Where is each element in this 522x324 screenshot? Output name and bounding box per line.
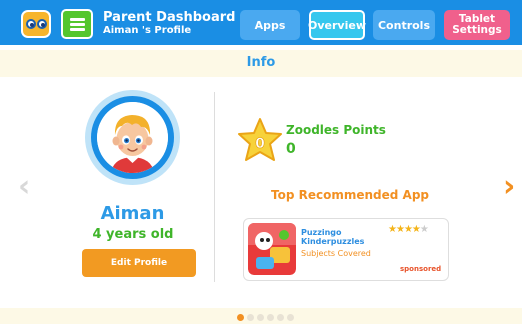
tab-controls[interactable]: Controls bbox=[373, 10, 435, 40]
sponsored-label: sponsored bbox=[400, 265, 442, 273]
profile-subtitle: Aiman 's Profile bbox=[103, 25, 192, 36]
app-name-line2: Kinderpuzzles bbox=[301, 237, 365, 246]
page-dot[interactable] bbox=[287, 314, 294, 321]
zoodles-logo-icon[interactable] bbox=[21, 10, 51, 38]
logo-right-eye bbox=[37, 19, 47, 29]
app-name-line1: Puzzingo bbox=[301, 228, 342, 237]
rating-star-icon: ★ bbox=[403, 224, 413, 235]
rating-star-icon: ★ bbox=[419, 224, 429, 235]
rating-star-icon: ★ bbox=[411, 224, 421, 235]
boy-avatar-icon bbox=[97, 102, 168, 173]
page-dot[interactable] bbox=[247, 314, 254, 321]
star-icon: 0 bbox=[236, 117, 284, 163]
chevron-left-icon[interactable]: ‹ bbox=[18, 172, 30, 202]
points-value: 0 bbox=[286, 141, 296, 157]
logo-left-eye bbox=[26, 19, 36, 29]
section-title: Info bbox=[246, 55, 276, 70]
page-dot[interactable] bbox=[237, 314, 244, 321]
star-digit: 0 bbox=[255, 136, 265, 152]
rating-star-icon: ★ bbox=[395, 224, 405, 235]
tab-overview[interactable]: Overview bbox=[308, 10, 366, 40]
app-thumbnail[interactable] bbox=[248, 223, 296, 275]
dashboard-title: Parent Dashboard bbox=[103, 10, 236, 25]
divider bbox=[214, 92, 215, 282]
child-name: Aiman bbox=[100, 203, 165, 224]
tab-tablet-settings[interactable]: Tablet Settings bbox=[444, 10, 510, 40]
app-name: Puzzingo Kinderpuzzles bbox=[301, 228, 364, 246]
page-dot[interactable] bbox=[277, 314, 284, 321]
child-age: 4 years old bbox=[92, 227, 174, 242]
page-indicator bbox=[237, 314, 294, 322]
chevron-right-icon[interactable]: › bbox=[503, 172, 515, 202]
app-rating: ★★★★★ bbox=[388, 224, 429, 235]
edit-profile-button[interactable]: Edit Profile bbox=[82, 249, 196, 277]
page-dot[interactable] bbox=[257, 314, 264, 321]
recommended-title: Top Recommended App bbox=[271, 188, 429, 202]
points-label: Zoodles Points bbox=[286, 123, 386, 137]
rating-star-icon: ★ bbox=[388, 224, 397, 235]
tab-apps[interactable]: Apps bbox=[240, 10, 300, 40]
app-subtitle: Subjects Covered bbox=[301, 249, 371, 258]
page-dot[interactable] bbox=[267, 314, 274, 321]
hamburger-menu-icon[interactable] bbox=[61, 9, 93, 39]
avatar[interactable] bbox=[97, 102, 168, 173]
